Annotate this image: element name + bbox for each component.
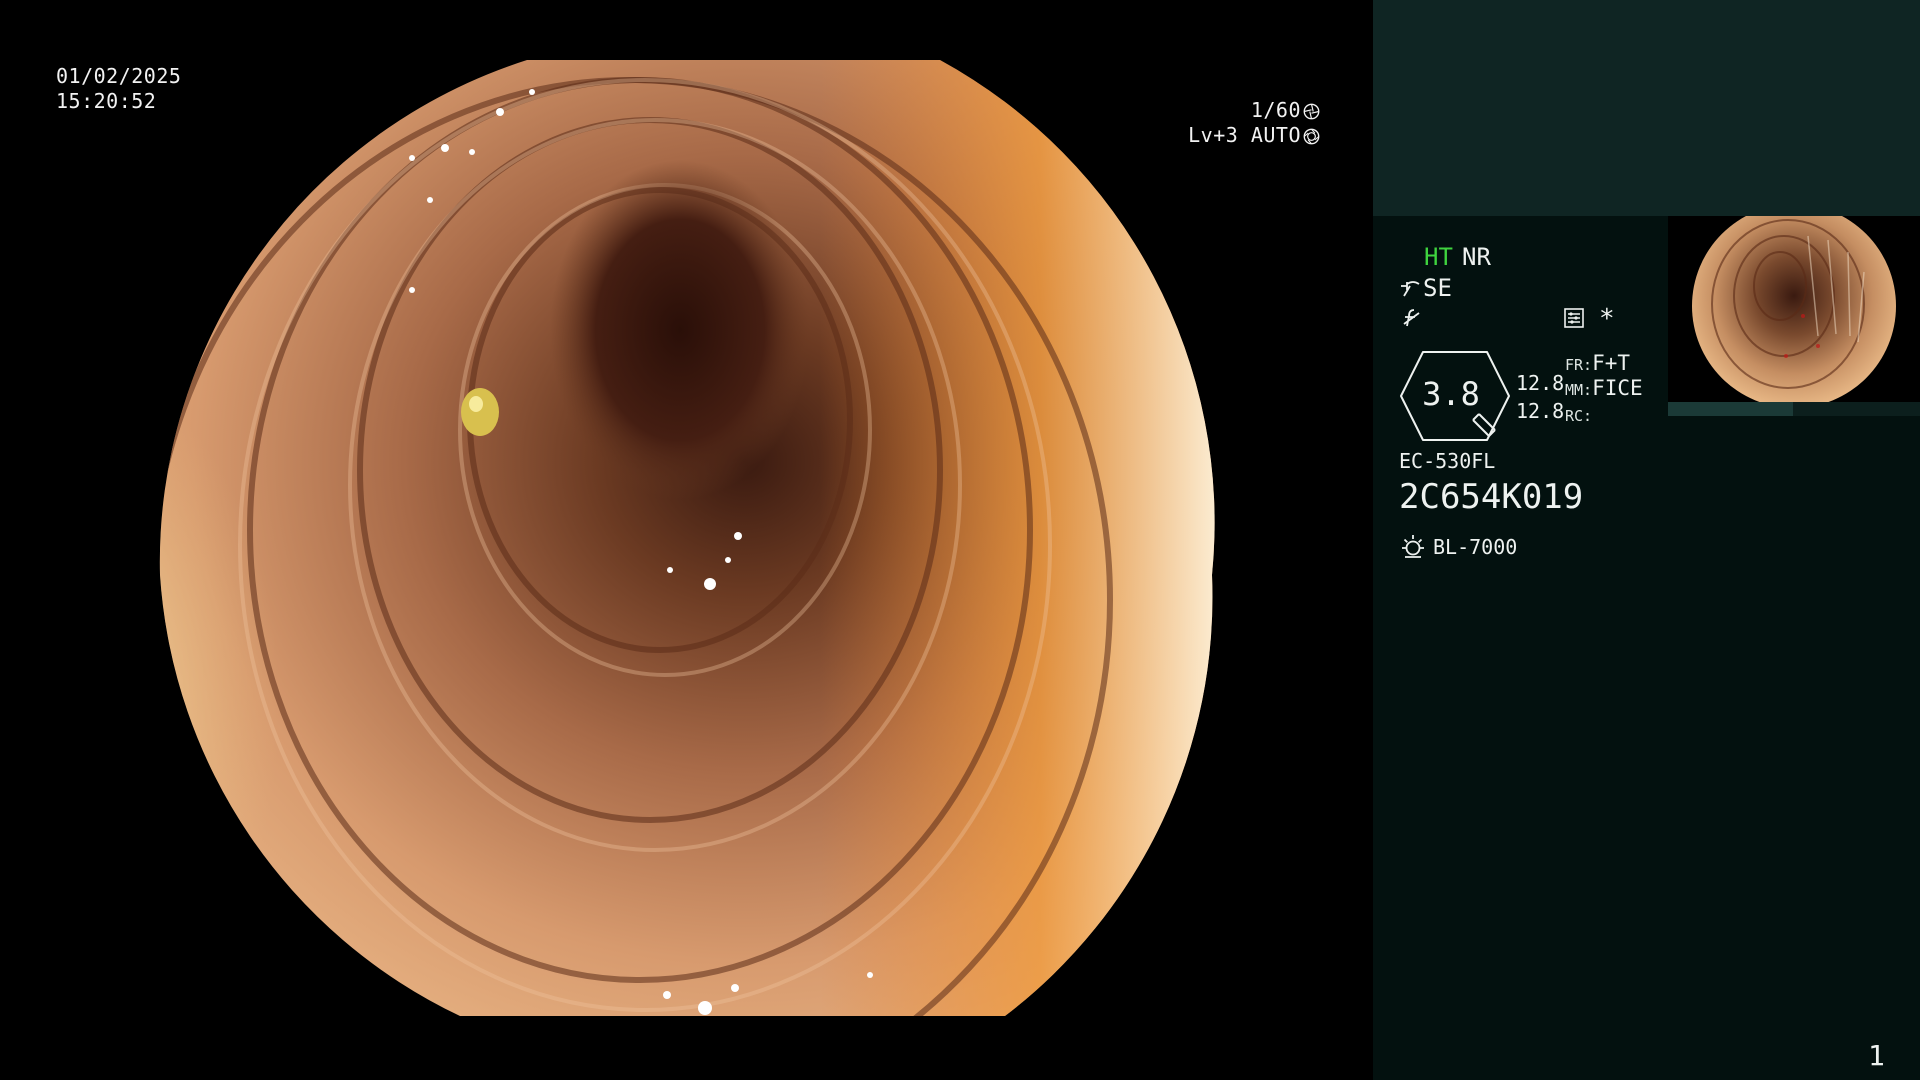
shutter-value: 1/60 — [1250, 98, 1301, 122]
page-number: 1 — [1868, 1039, 1885, 1072]
endoscope-live-view: 01/02/2025 15:20:52 1/60 Lv+3 AUTO — [0, 0, 1373, 1080]
iris-row: Lv+3 AUTO — [53, 123, 1320, 148]
thumbnail-status-segment — [1668, 402, 1793, 416]
scope-model: EC-530FL — [1399, 449, 1496, 473]
structure-enhancement-row: SE — [1399, 274, 1452, 302]
endoscopic-image — [159, 60, 1215, 1016]
filter-off-icon — [1403, 309, 1420, 327]
structure-enhance-icon — [1401, 281, 1420, 297]
menu-list-icon — [1564, 308, 1584, 328]
captured-image-thumbnail[interactable] — [1668, 216, 1920, 416]
nr-mode-indicator: NR — [1462, 243, 1491, 271]
panel-header-area — [1373, 0, 1920, 216]
light-source-row: BL-7000 — [1399, 533, 1517, 561]
exposure-overlay: 1/60 Lv+3 AUTO — [53, 98, 1373, 148]
shutter-row: 1/60 — [53, 98, 1320, 123]
ht-mode-indicator: HT — [1424, 243, 1453, 271]
light-source-label: BL-7000 — [1433, 535, 1518, 559]
fr-label: FR: — [1565, 356, 1593, 374]
zoom-value: 3.8 — [1422, 375, 1480, 413]
parameter-value-2: 12.8 — [1516, 399, 1565, 423]
thumbnail-image — [1692, 216, 1896, 408]
rc-label: RC: — [1565, 407, 1593, 425]
structure-enhancement-label: SE — [1423, 274, 1452, 302]
asterisk-indicator: * — [1599, 304, 1615, 334]
info-panel: HT NR SE * 3.8 12.8 12.8 FR:F+T MM:FICE … — [1373, 0, 1920, 1080]
mm-row: MM:FICE — [1565, 373, 1643, 402]
aperture-icon — [1303, 103, 1320, 120]
iris-icon — [1303, 128, 1320, 145]
iris-mode: AUTO — [1250, 123, 1301, 147]
thumbnail-status-bar — [1668, 402, 1920, 416]
endoscopy-screen: 01/02/2025 15:20:52 1/60 Lv+3 AUTO HT NR… — [0, 0, 1920, 1080]
mm-label: MM: — [1565, 381, 1593, 399]
filter-row — [1399, 304, 1423, 332]
rc-row: RC: — [1565, 399, 1592, 428]
iris-level: Lv+3 — [1188, 123, 1239, 147]
scope-serial: 2C654K019 — [1399, 477, 1584, 517]
light-source-icon — [1402, 535, 1424, 558]
date-label: 01/02/2025 — [56, 64, 182, 88]
parameter-value-1: 12.8 — [1516, 371, 1565, 395]
mm-value: FICE — [1592, 376, 1643, 400]
fr-value: F+T — [1592, 351, 1631, 375]
